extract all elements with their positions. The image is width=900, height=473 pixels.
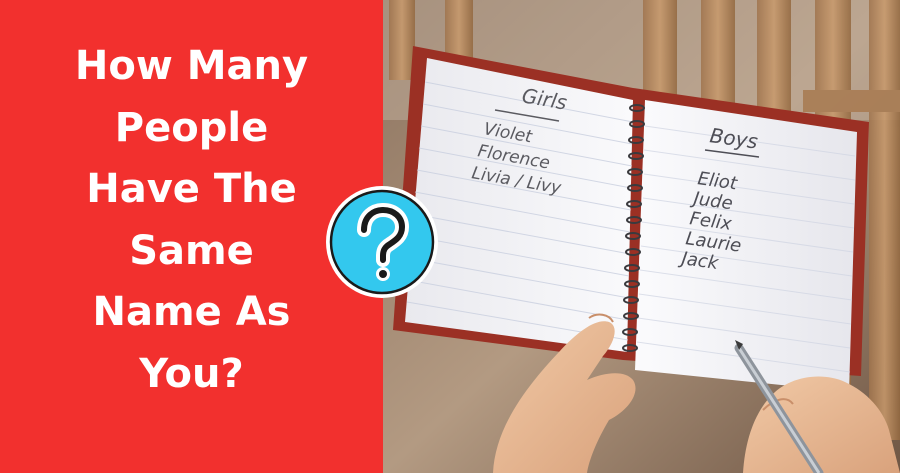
headline-line: You?	[139, 350, 244, 397]
notebook-photo: Girls Violet Florence Livia / Livy Boys …	[383, 0, 900, 473]
headline-line: People	[114, 104, 269, 151]
headline-line: How Many	[74, 43, 309, 89]
notebook-photo-illustration: Girls Violet Florence Livia / Livy Boys …	[383, 0, 900, 473]
question-badge	[326, 186, 438, 298]
